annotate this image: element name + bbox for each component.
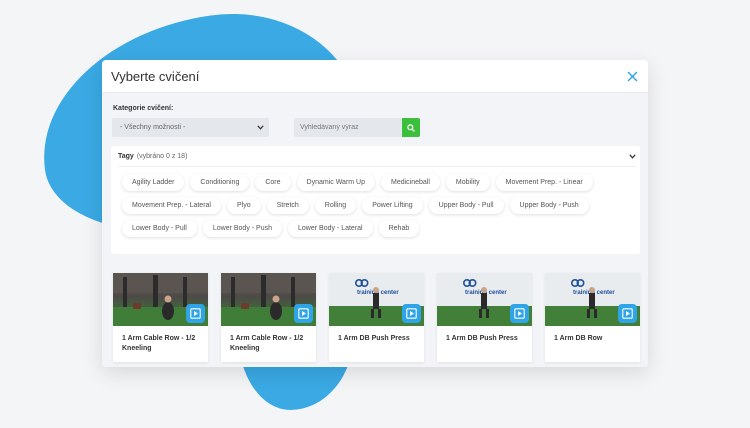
category-label: Kategorie cvičení:	[113, 105, 174, 112]
play-video-icon	[406, 308, 417, 319]
tag-chip[interactable]: Rolling	[314, 197, 357, 214]
exercise-title: 1 Arm DB Push Press	[338, 335, 410, 342]
play-video-button[interactable]	[186, 304, 205, 323]
tag-chip[interactable]: Medicineball	[381, 174, 440, 191]
category-select-value: - Všechny možnosti -	[120, 124, 186, 131]
chevron-down-icon	[629, 153, 636, 159]
tag-chip[interactable]: Upper Body - Pull	[428, 197, 504, 214]
tag-chip[interactable]: Lower Body - Pull	[122, 220, 197, 237]
exercise-card-list: 1 Arm Cable Row - 1/2 Kneeling 1 Arm Cabl…	[113, 273, 648, 362]
play-video-icon	[622, 308, 633, 319]
exercise-title: 1 Arm DB Push Press	[446, 335, 518, 342]
tag-chip[interactable]: Core	[255, 174, 291, 191]
exercise-card[interactable]: training center 1 Arm DB Row	[545, 273, 640, 362]
filter-row: - Všechny možnosti -	[111, 118, 640, 137]
tag-chip[interactable]: Conditioning	[190, 174, 250, 191]
tag-chip[interactable]: Dynamic Warm Up	[296, 174, 375, 191]
tag-chip[interactable]: Movement Prep. - Linear	[495, 174, 593, 191]
tag-chip[interactable]: Upper Body - Push	[509, 197, 589, 214]
tags-label: Tagy	[118, 152, 134, 160]
play-video-button[interactable]	[510, 304, 529, 323]
tag-chip[interactable]: Agility Ladder	[122, 174, 185, 191]
play-video-button[interactable]	[618, 304, 637, 323]
modal-title: Vyberte cvičení	[111, 68, 200, 84]
play-video-button[interactable]	[402, 304, 421, 323]
tag-chip[interactable]: Stretch	[266, 197, 309, 214]
tag-chip[interactable]: Lower Body - Push	[202, 220, 283, 237]
tag-chip[interactable]: Plyo	[226, 197, 261, 214]
tag-chip[interactable]: Power Lifting	[362, 197, 423, 214]
exercise-title: 1 Arm Cable Row - 1/2 Kneeling	[122, 335, 196, 352]
play-video-icon	[298, 308, 309, 319]
search-input[interactable]	[294, 118, 402, 137]
tag-chip[interactable]: Mobility	[445, 174, 490, 191]
exercise-thumbnail[interactable]	[221, 273, 316, 326]
tags-count: (vybráno 0 z 18)	[136, 152, 188, 160]
chevron-down-icon	[257, 125, 264, 130]
tag-chip[interactable]: Movement Prep. - Lateral	[122, 197, 221, 214]
tag-chip[interactable]: Rehab	[378, 220, 420, 237]
exercise-thumbnail[interactable]: training center	[437, 273, 532, 326]
exercise-card[interactable]: 1 Arm Cable Row - 1/2 Kneeling	[113, 273, 208, 362]
search-button[interactable]	[402, 118, 420, 137]
close-icon	[627, 71, 637, 81]
exercise-title: 1 Arm DB Row	[554, 335, 603, 342]
category-select[interactable]: - Všechny možnosti -	[112, 118, 269, 137]
exercise-card[interactable]: training center 1 Arm DB Push Press	[437, 273, 532, 362]
play-video-button[interactable]	[294, 304, 313, 323]
exercise-picker-modal: Vyberte cvičení Kategorie cvičení: - Vše…	[102, 60, 648, 367]
exercise-title: 1 Arm Cable Row - 1/2 Kneeling	[230, 335, 304, 352]
modal-header: Vyberte cvičení	[102, 60, 648, 93]
tag-chip[interactable]: Lower Body - Lateral	[288, 220, 373, 237]
exercise-thumbnail[interactable]: training center	[545, 273, 640, 326]
tags-toggle[interactable]: Tagy (vybráno 0 z 18)	[118, 146, 636, 167]
exercise-card[interactable]: 1 Arm Cable Row - 1/2 Kneeling	[221, 273, 316, 362]
play-video-icon	[190, 308, 201, 319]
play-video-icon	[514, 308, 525, 319]
exercise-card[interactable]: training center 1 Arm DB Push Press	[329, 273, 424, 362]
tag-list: Agility Ladder Conditioning Core Dynamic Wa…	[118, 167, 636, 243]
tags-panel: Tagy (vybráno 0 z 18) Agility Ladder Condi…	[111, 146, 640, 254]
search-icon	[407, 123, 415, 132]
exercise-thumbnail[interactable]	[113, 273, 208, 326]
exercise-thumbnail[interactable]: training center	[329, 273, 424, 326]
close-button[interactable]	[624, 68, 640, 84]
